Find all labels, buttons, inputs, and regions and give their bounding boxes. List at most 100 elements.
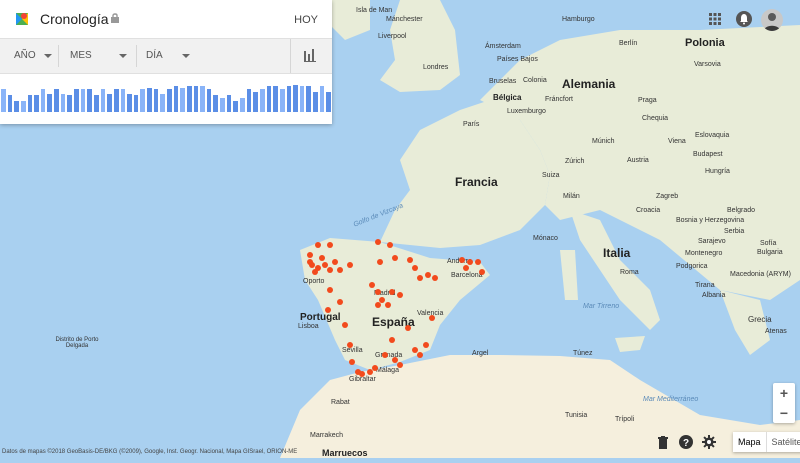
activity-bars[interactable]: [0, 80, 332, 114]
location-point[interactable]: [405, 325, 411, 331]
activity-bar[interactable]: [67, 95, 73, 112]
activity-bar[interactable]: [213, 95, 219, 112]
activity-bar[interactable]: [306, 86, 312, 112]
location-point[interactable]: [359, 371, 365, 377]
activity-bar[interactable]: [226, 95, 232, 112]
location-point[interactable]: [429, 315, 435, 321]
location-point[interactable]: [423, 342, 429, 348]
activity-bar[interactable]: [113, 89, 119, 112]
activity-bar[interactable]: [60, 94, 66, 112]
location-point[interactable]: [475, 259, 481, 265]
location-point[interactable]: [387, 242, 393, 248]
activity-bar[interactable]: [233, 101, 239, 112]
activity-bar[interactable]: [93, 95, 99, 112]
location-point[interactable]: [327, 242, 333, 248]
location-point[interactable]: [425, 272, 431, 278]
location-point[interactable]: [417, 352, 423, 358]
location-point[interactable]: [375, 289, 381, 295]
location-point[interactable]: [315, 242, 321, 248]
location-point[interactable]: [459, 257, 465, 263]
location-point[interactable]: [397, 362, 403, 368]
bar-chart-icon[interactable]: [302, 47, 318, 63]
activity-bar[interactable]: [133, 95, 139, 112]
activity-bar[interactable]: [273, 86, 278, 112]
activity-bar[interactable]: [299, 86, 305, 112]
activity-bar[interactable]: [266, 86, 272, 112]
location-point[interactable]: [369, 282, 375, 288]
activity-bar[interactable]: [167, 89, 172, 112]
location-point[interactable]: [337, 267, 343, 273]
activity-bar[interactable]: [240, 98, 245, 112]
activity-bar[interactable]: [253, 92, 258, 112]
activity-bar[interactable]: [27, 95, 33, 112]
activity-bar[interactable]: [127, 94, 132, 112]
activity-bar[interactable]: [326, 92, 331, 112]
activity-bar[interactable]: [107, 94, 112, 112]
location-point[interactable]: [375, 239, 381, 245]
location-point[interactable]: [319, 255, 325, 261]
location-point[interactable]: [342, 322, 348, 328]
zoom-out-button[interactable]: −: [773, 403, 795, 423]
month-select[interactable]: MES: [70, 39, 130, 73]
activity-bar[interactable]: [20, 101, 26, 112]
notifications-bell-icon[interactable]: [736, 11, 752, 27]
activity-bar[interactable]: [153, 89, 159, 112]
location-point[interactable]: [407, 257, 413, 263]
activity-bar[interactable]: [206, 89, 212, 112]
activity-bar[interactable]: [246, 89, 252, 112]
location-point[interactable]: [307, 259, 313, 265]
activity-bar[interactable]: [193, 86, 199, 112]
day-select[interactable]: DÍA: [146, 39, 192, 73]
location-point[interactable]: [347, 342, 353, 348]
location-point[interactable]: [463, 265, 469, 271]
activity-bar[interactable]: [180, 88, 185, 112]
location-point[interactable]: [412, 265, 418, 271]
activity-bar[interactable]: [286, 86, 292, 112]
map-type-satelite[interactable]: Satélite: [765, 432, 800, 452]
location-point[interactable]: [327, 267, 333, 273]
activity-bar[interactable]: [200, 86, 205, 112]
year-select[interactable]: AÑO: [14, 39, 54, 73]
activity-bar[interactable]: [87, 89, 92, 112]
apps-grid-icon[interactable]: [709, 13, 721, 25]
location-point[interactable]: [389, 337, 395, 343]
location-point[interactable]: [327, 287, 333, 293]
location-point[interactable]: [417, 275, 423, 281]
activity-bar[interactable]: [47, 94, 53, 112]
activity-bar[interactable]: [40, 89, 46, 112]
activity-bar[interactable]: [279, 89, 285, 112]
activity-bar[interactable]: [100, 89, 106, 112]
location-point[interactable]: [479, 269, 485, 275]
activity-bar[interactable]: [14, 101, 19, 112]
location-point[interactable]: [349, 359, 355, 365]
location-point[interactable]: [377, 259, 383, 265]
today-button[interactable]: HOY: [294, 14, 318, 26]
location-point[interactable]: [382, 352, 388, 358]
activity-bar[interactable]: [34, 95, 39, 112]
settings-gear-icon[interactable]: [702, 435, 716, 449]
activity-bar[interactable]: [173, 86, 179, 112]
location-point[interactable]: [347, 262, 353, 268]
location-point[interactable]: [392, 255, 398, 261]
location-point[interactable]: [372, 365, 378, 371]
location-point[interactable]: [307, 252, 313, 258]
location-point[interactable]: [385, 302, 391, 308]
map-type-mapa[interactable]: Mapa: [733, 432, 766, 452]
help-icon[interactable]: ?: [679, 435, 693, 449]
activity-bar[interactable]: [54, 89, 59, 112]
activity-bar[interactable]: [1, 89, 6, 112]
location-point[interactable]: [389, 289, 395, 295]
location-point[interactable]: [332, 259, 338, 265]
activity-bar[interactable]: [74, 89, 79, 112]
activity-bar[interactable]: [147, 88, 152, 112]
activity-bar[interactable]: [80, 89, 86, 112]
location-point[interactable]: [467, 259, 473, 265]
location-point[interactable]: [312, 269, 318, 275]
location-point[interactable]: [325, 307, 331, 313]
user-avatar[interactable]: [761, 9, 783, 31]
location-point[interactable]: [337, 299, 343, 305]
activity-bar[interactable]: [293, 85, 298, 112]
location-point[interactable]: [375, 302, 381, 308]
trash-icon[interactable]: [657, 436, 669, 449]
activity-bar[interactable]: [160, 94, 165, 112]
